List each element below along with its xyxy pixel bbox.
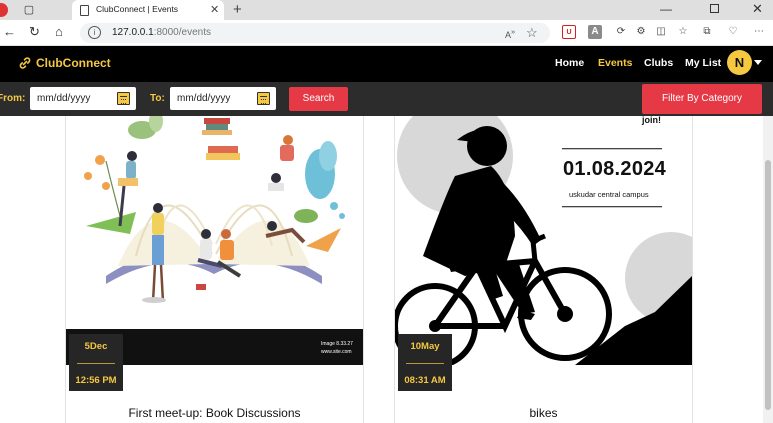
browser-profile-icon[interactable] bbox=[0, 3, 8, 17]
url-text: 127.0.0.1:8000/events bbox=[112, 27, 211, 38]
avatar-dropdown-icon[interactable] bbox=[754, 60, 762, 65]
to-date-input[interactable]: mm/dd/yyyy bbox=[170, 87, 276, 110]
tab-title: ClubConnect | Events bbox=[96, 4, 179, 14]
calendar-icon[interactable] bbox=[117, 92, 130, 105]
scrollbar-thumb[interactable] bbox=[765, 160, 771, 410]
event-day: 10May bbox=[410, 341, 440, 352]
site-info-icon[interactable]: i bbox=[88, 26, 101, 39]
browser-address-bar: ← ↻ ⌂ i 127.0.0.1:8000/events A» ☆ U A ⟳… bbox=[0, 20, 773, 46]
extension-cycle-icon[interactable]: ⟳ bbox=[614, 25, 628, 39]
browser-tab-active[interactable]: ClubConnect | Events ✕ bbox=[72, 0, 224, 20]
tab-close-icon[interactable]: ✕ bbox=[210, 3, 219, 16]
link-logo-icon[interactable] bbox=[18, 56, 32, 70]
browser-essentials-icon[interactable]: ♡ bbox=[726, 25, 740, 39]
brand-name[interactable]: ClubConnect bbox=[36, 56, 111, 70]
url-path: :8000/events bbox=[153, 27, 211, 38]
poster-place: uskudar central campus bbox=[569, 190, 649, 199]
poster-date: 01.08.2024 bbox=[563, 158, 667, 180]
to-date-value: mm/dd/yyyy bbox=[177, 93, 231, 104]
user-avatar[interactable]: N bbox=[727, 50, 752, 75]
collections-icon[interactable]: ⧉ bbox=[700, 25, 714, 39]
window-close-icon[interactable]: ✕ bbox=[752, 1, 763, 17]
event-card[interactable]: Image 8.33.27 www.site.com 5Dec 12:56 PM… bbox=[65, 116, 364, 423]
event-date-badge: 5Dec 12:56 PM bbox=[69, 334, 123, 391]
image-caption: Image 8.33.27 bbox=[321, 341, 353, 347]
url-field[interactable]: i 127.0.0.1:8000/events A» ☆ bbox=[80, 23, 550, 43]
home-icon[interactable]: ⌂ bbox=[55, 24, 63, 39]
window-minimize-icon[interactable]: — bbox=[660, 2, 672, 16]
image-caption-url: www.site.com bbox=[321, 349, 352, 355]
event-image-books[interactable]: Image 8.33.27 www.site.com bbox=[66, 116, 363, 365]
filter-bar: From: mm/dd/yyyy To: mm/dd/yyyy Search F… bbox=[0, 82, 773, 116]
nav-link-my-list[interactable]: My List bbox=[685, 57, 721, 69]
favorite-star-icon[interactable]: ☆ bbox=[526, 25, 538, 41]
event-date-badge: 10May 08:31 AM bbox=[398, 334, 452, 391]
event-card[interactable]: join! 01.08.2024 uskudar central campus … bbox=[394, 116, 693, 423]
book-illustration bbox=[66, 116, 363, 365]
event-time: 12:56 PM bbox=[75, 375, 117, 386]
window-maximize-icon[interactable] bbox=[710, 4, 719, 13]
favorites-icon[interactable]: ☆ bbox=[676, 25, 690, 39]
event-title[interactable]: First meet-up: Book Discussions bbox=[66, 406, 363, 420]
browser-tab-strip: ▢ ClubConnect | Events ✕ + — ✕ bbox=[0, 0, 773, 20]
filter-by-category-button[interactable]: Filter By Category bbox=[642, 84, 762, 114]
refresh-icon[interactable]: ↻ bbox=[29, 24, 40, 40]
nav-link-clubs[interactable]: Clubs bbox=[644, 57, 673, 69]
nav-link-events[interactable]: Events bbox=[598, 57, 632, 69]
event-image-bikes[interactable]: join! 01.08.2024 uskudar central campus bbox=[395, 116, 692, 365]
event-title[interactable]: bikes bbox=[395, 406, 692, 420]
split-screen-icon[interactable]: ◫ bbox=[654, 25, 668, 39]
bike-poster bbox=[395, 116, 692, 365]
nav-link-home[interactable]: Home bbox=[555, 57, 584, 69]
to-label: To: bbox=[150, 93, 165, 104]
page-favicon-icon bbox=[80, 5, 89, 16]
extension-grey-icon[interactable]: A bbox=[588, 25, 602, 39]
workspaces-icon[interactable]: ▢ bbox=[22, 3, 36, 17]
search-button[interactable]: Search bbox=[289, 87, 348, 111]
url-host: 127.0.0.1 bbox=[112, 27, 154, 38]
event-time: 08:31 AM bbox=[404, 375, 446, 386]
extension-puzzle-icon[interactable]: ⚙ bbox=[634, 25, 648, 39]
from-label: From: bbox=[0, 93, 26, 104]
read-aloud-icon[interactable]: A» bbox=[505, 27, 515, 40]
calendar-icon[interactable] bbox=[257, 92, 270, 105]
back-arrow-icon[interactable]: ← bbox=[3, 24, 16, 39]
event-day: 5Dec bbox=[84, 341, 108, 352]
extension-icon[interactable]: U bbox=[562, 25, 576, 39]
new-tab-icon[interactable]: + bbox=[233, 1, 242, 18]
poster-join: join! bbox=[642, 116, 661, 125]
from-date-value: mm/dd/yyyy bbox=[37, 93, 91, 104]
from-date-input[interactable]: mm/dd/yyyy bbox=[30, 87, 136, 110]
badge-divider bbox=[77, 363, 115, 364]
events-grid: Image 8.33.27 www.site.com 5Dec 12:56 PM… bbox=[0, 116, 763, 423]
badge-divider bbox=[406, 363, 444, 364]
site-navbar: ClubConnect Home Events Clubs My List N bbox=[0, 46, 773, 82]
more-menu-icon[interactable]: ⋯ bbox=[752, 25, 766, 39]
